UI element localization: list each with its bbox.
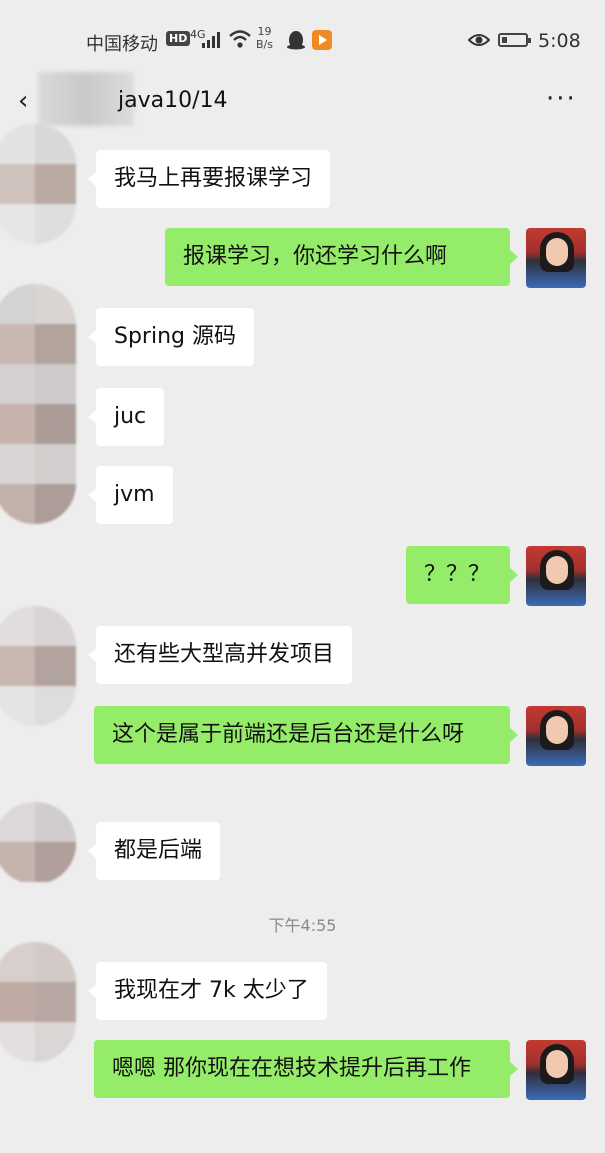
contact-avatar[interactable] <box>0 284 76 524</box>
chat-title: java10/14 <box>118 88 228 113</box>
contact-avatar[interactable] <box>0 802 76 884</box>
outgoing-message[interactable]: 这个是属于前端还是后台还是什么呀 <box>94 706 518 764</box>
incoming-message[interactable]: Spring 源码 <box>88 308 254 366</box>
incoming-message[interactable]: juc <box>87 388 165 446</box>
signal-icon <box>202 32 220 48</box>
clock-time: 5:08 <box>538 30 581 52</box>
outgoing-message[interactable]: 报课学习，你还学习什么啊 <box>165 228 518 286</box>
my-avatar[interactable] <box>526 546 586 606</box>
speed-unit: B/s <box>256 38 273 51</box>
contact-avatar[interactable] <box>0 124 76 244</box>
my-avatar[interactable] <box>526 1040 586 1100</box>
network-speed: 19 B/s <box>256 25 273 51</box>
incoming-message[interactable]: 还有些大型高并发项目 <box>87 626 353 684</box>
message-timestamp: 下午4:55 <box>268 916 337 935</box>
more-options-button[interactable]: ··· <box>546 84 577 114</box>
outgoing-message[interactable]: ？？？ <box>406 546 518 604</box>
incoming-message[interactable]: jvm <box>88 466 173 524</box>
status-bar: 中国移动 HD 4G 19 B/s 5:08 <box>0 0 605 80</box>
carrier-label: 中国移动 <box>86 34 158 55</box>
contact-avatar[interactable] <box>0 606 76 726</box>
back-button[interactable]: ‹ <box>18 86 28 116</box>
wifi-icon <box>229 30 251 48</box>
hd-badge: HD <box>166 31 191 46</box>
my-avatar[interactable] <box>526 228 586 288</box>
video-app-icon <box>312 30 332 50</box>
contact-avatar[interactable] <box>0 942 76 1062</box>
qq-penguin-icon <box>287 31 305 50</box>
eye-icon <box>468 34 490 46</box>
battery-icon <box>498 33 531 47</box>
outgoing-message[interactable]: 嗯嗯 那你现在在想技术提升后再工作 <box>94 1040 518 1098</box>
incoming-message[interactable]: 我现在才 7k 太少了 <box>88 962 327 1020</box>
incoming-message[interactable]: 都是后端 <box>87 822 221 880</box>
my-avatar[interactable] <box>526 706 586 766</box>
speed-value: 19 <box>257 25 272 38</box>
incoming-message[interactable]: 我马上再要报课学习 <box>87 150 331 208</box>
